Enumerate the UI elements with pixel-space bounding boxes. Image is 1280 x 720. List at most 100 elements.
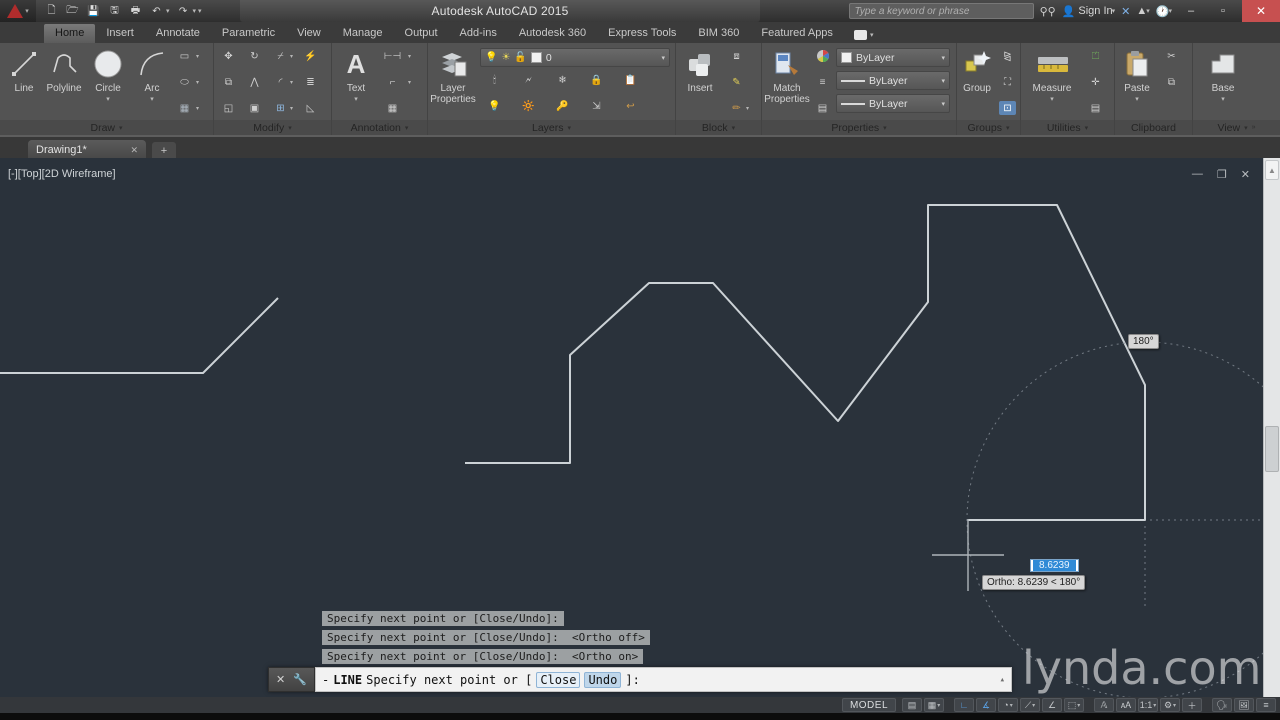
array-dropdown-icon[interactable]: ▾ (290, 105, 293, 112)
block-editor-dropdown-icon[interactable]: ▾ (746, 105, 749, 112)
fillet-icon[interactable]: ◜ (272, 75, 289, 89)
layer-combo[interactable]: 💡 ☀ 🔓 0 ▾ (480, 48, 670, 67)
annotation-scale-button[interactable]: 1:1 ▾ (1138, 698, 1158, 712)
signin-label[interactable]: Sign In (1078, 5, 1112, 17)
tab-featured-apps[interactable]: Featured Apps (750, 24, 844, 43)
search-binoculars-icon[interactable]: ⚲⚲ (1040, 5, 1056, 18)
panel-label-utilities[interactable]: Utilities ▾ (1021, 120, 1114, 135)
new-file-icon[interactable]: 🗋 (44, 5, 59, 18)
rectangle-dropdown-icon[interactable]: ▾ (196, 53, 199, 60)
tab-output[interactable]: Output (394, 24, 449, 43)
ortho-toggle-icon[interactable]: ∟ (954, 698, 974, 712)
ribbon-display-toggle[interactable]: ▾ (853, 30, 873, 43)
close-button[interactable]: ✕ (1242, 0, 1280, 22)
cut-icon[interactable]: ✂ (1163, 49, 1180, 63)
tab-express-tools[interactable]: Express Tools (597, 24, 687, 43)
base-dropdown-icon[interactable]: ▾ (1203, 94, 1243, 105)
restore-button[interactable]: ▫ (1210, 2, 1236, 20)
lineweight-combo[interactable]: ByLayer ▾ (836, 71, 950, 90)
recent-commands-icon[interactable]: ▴ (1000, 675, 1005, 685)
fillet-dropdown-icon[interactable]: ▾ (290, 79, 293, 86)
panel-overflow-icon[interactable]: » (1252, 124, 1256, 131)
stretch-icon[interactable]: ◱ (220, 101, 237, 115)
viewport-menu-control[interactable]: [-] (8, 168, 18, 180)
offset-icon[interactable]: ≣ (302, 75, 319, 89)
insert-button[interactable]: Insert (680, 45, 720, 94)
panel-label-clipboard[interactable]: Clipboard (1115, 120, 1192, 135)
undo-dropdown-icon[interactable]: ▾ (166, 7, 170, 15)
signin-dropdown-icon[interactable]: ▾ (1112, 7, 1116, 15)
viewport-restore-icon[interactable]: ❐ (1217, 168, 1227, 181)
quick-select-icon[interactable]: ⏍ (1087, 49, 1104, 63)
tab-bim360[interactable]: BIM 360 (687, 24, 750, 43)
circle-dropdown-icon[interactable]: ▾ (88, 94, 128, 105)
hatch-icon[interactable]: ▦ (176, 101, 193, 115)
layer-lock-icon[interactable]: 🔒 (588, 73, 605, 87)
grid-toggle-icon[interactable]: ▤ (902, 698, 922, 712)
viewport-visual-style-control[interactable]: [2D Wireframe] (42, 168, 116, 180)
group-edit-icon[interactable]: ⛶ (999, 75, 1016, 89)
help-search-input[interactable] (848, 3, 1034, 19)
viewport-view-control[interactable]: [Top] (18, 168, 42, 180)
command-input[interactable]: - LINE Specify next point or [ Close Und… (315, 667, 1012, 692)
object-color-combo[interactable]: ByLayer ▾ (836, 48, 950, 67)
group-selection-toggle-icon[interactable]: ⊡ (999, 101, 1016, 115)
paste-button[interactable]: Paste ▾ (1117, 45, 1157, 105)
panel-label-view[interactable]: View ▾» (1193, 120, 1280, 135)
tab-parametric[interactable]: Parametric (211, 24, 286, 43)
panel-label-modify[interactable]: Modify ▾ (214, 120, 331, 135)
open-file-icon[interactable]: 🗁 (65, 5, 80, 18)
tab-manage[interactable]: Manage (332, 24, 394, 43)
mirror-icon[interactable]: ⋀ (246, 75, 263, 89)
explode-icon[interactable]: ⚡ (302, 49, 319, 63)
line-button[interactable]: Line (4, 45, 44, 94)
scrollbar-up-arrow[interactable]: ▲ (1265, 160, 1279, 180)
base-button[interactable]: Base ▾ (1203, 45, 1243, 105)
scale-icon[interactable]: ▣ (246, 101, 263, 115)
layer-freeze-icon[interactable]: ❄ (554, 73, 571, 87)
polyline-button[interactable]: Polyline (44, 45, 84, 94)
qat-customize-icon[interactable]: ▾ (198, 7, 202, 15)
array-icon[interactable]: ⊞ (272, 101, 289, 115)
isolate-objects-icon[interactable]: 🗣 (1212, 698, 1232, 712)
ellipse-icon[interactable]: ⬭ (176, 75, 193, 89)
annotation-autoscale-icon[interactable]: 🗚 (1116, 698, 1136, 712)
minimize-button[interactable]: – (1178, 2, 1204, 20)
model-space-button[interactable]: MODEL (841, 698, 896, 712)
chamfer-icon[interactable]: ◺ (302, 101, 319, 115)
redo-icon[interactable]: ↷ (176, 5, 191, 18)
customization-menu-icon[interactable]: ≡ (1256, 698, 1276, 712)
linetype-dropdown-icon[interactable]: ▾ (941, 100, 945, 108)
layer-match-icon[interactable]: ⇲ (588, 99, 605, 113)
tab-insert[interactable]: Insert (95, 24, 145, 43)
trim-icon[interactable]: ⌿ (272, 49, 289, 63)
tab-view[interactable]: View (286, 24, 332, 43)
linetype-combo[interactable]: ByLayer ▾ (836, 94, 950, 113)
layer-unisolate-icon[interactable]: 💡 (486, 99, 503, 113)
layer-thaw-all-icon[interactable]: 🔆 (520, 99, 537, 113)
hatch-dropdown-icon[interactable]: ▾ (196, 105, 199, 112)
ungroup-icon[interactable]: ⧎ (999, 49, 1016, 63)
layer-off-icon[interactable]: 🕯 (486, 73, 503, 87)
measure-dropdown-icon[interactable]: ▾ (1029, 94, 1075, 105)
signin-avatar-icon[interactable]: 👤 Sign In ▾ (1062, 5, 1115, 18)
table-icon[interactable]: ▦ (384, 101, 401, 115)
tab-home[interactable]: Home (44, 24, 96, 43)
dimension-icon[interactable]: ⊢⊣ (384, 49, 401, 63)
graphics-performance-icon[interactable]: 🖼 (1234, 698, 1254, 712)
workspace-switching-icon[interactable]: ⚙ ▾ (1160, 698, 1180, 712)
object-color-dropdown-icon[interactable]: ▾ (941, 54, 945, 62)
undo-option-chip[interactable]: Undo (584, 671, 622, 688)
scrollbar-thumb[interactable] (1265, 426, 1279, 472)
object-snap-icon[interactable]: ∠ (1042, 698, 1062, 712)
panel-label-layers[interactable]: Layers ▾ (428, 120, 675, 135)
block-editor-icon[interactable]: ✏ (728, 101, 745, 115)
viewport-close-icon[interactable]: ✕ (1241, 168, 1250, 181)
dynamic-input-field[interactable]: 8.6239 (1030, 559, 1079, 572)
a360-icon[interactable]: ✕ (1121, 5, 1130, 18)
application-menu-button[interactable]: ▾ (0, 0, 36, 22)
define-attributes-icon[interactable]: ✎ (728, 75, 745, 89)
redo-dropdown-icon[interactable]: ▾ (193, 7, 197, 15)
panel-label-annotation[interactable]: Annotation ▾ (332, 120, 427, 135)
panel-label-draw[interactable]: Draw ▾ (0, 120, 213, 135)
